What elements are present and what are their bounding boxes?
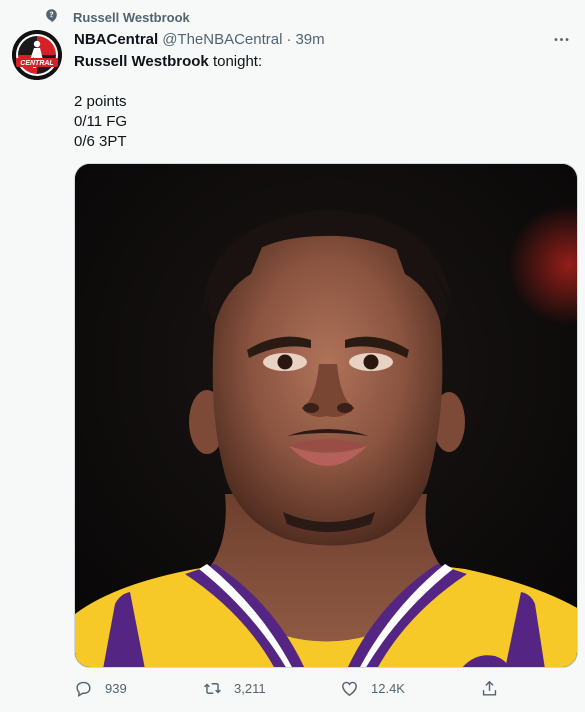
topic-label: Russell Westbrook: [73, 9, 190, 25]
author-name[interactable]: NBACentral: [74, 31, 158, 48]
share-button[interactable]: [480, 679, 499, 698]
tweet-header: NBACentral @TheNBACentral · 39m: [74, 29, 573, 49]
reply-icon: [76, 681, 91, 697]
tweet-lead-text: tonight:: [212, 53, 263, 70]
like-button[interactable]: 12.4K: [340, 679, 405, 698]
retweet-icon: [204, 683, 221, 694]
reply-button[interactable]: 939: [74, 679, 127, 698]
stat-line: 2 points: [74, 93, 127, 110]
tweet[interactable]: Russell Westbrook CENTRAL NBACentral @Th…: [0, 0, 585, 712]
topic-mention[interactable]: Russell Westbrook: [74, 53, 209, 70]
topic-icon: [44, 8, 59, 26]
avatar-logo-text: CENTRAL: [20, 60, 53, 67]
stat-line: 0/11 FG: [74, 113, 128, 130]
reply-count: 939: [105, 681, 127, 696]
tweet-actions: 939 3,211 12.4K: [74, 679, 504, 703]
tweet-photo[interactable]: [74, 163, 578, 668]
share-icon: [482, 680, 497, 696]
author-avatar[interactable]: CENTRAL: [12, 30, 62, 80]
more-icon: [554, 37, 568, 41]
author-handle[interactable]: @TheNBACentral: [162, 31, 282, 48]
tweet-timestamp[interactable]: 39m: [295, 31, 324, 48]
retweet-button[interactable]: 3,211: [203, 679, 266, 698]
more-options-button[interactable]: [549, 30, 573, 48]
time-separator: ·: [286, 30, 292, 48]
stat-line: 0/6 3PT: [74, 133, 127, 150]
topic-context[interactable]: Russell Westbrook: [44, 8, 190, 26]
heart-icon: [342, 681, 357, 697]
tweet-text: Russell Westbrook tonight: 2 points 0/11…: [74, 52, 564, 152]
like-count: 12.4K: [371, 681, 405, 696]
player-portrait-image: [75, 164, 577, 667]
retweet-count: 3,211: [234, 681, 266, 696]
